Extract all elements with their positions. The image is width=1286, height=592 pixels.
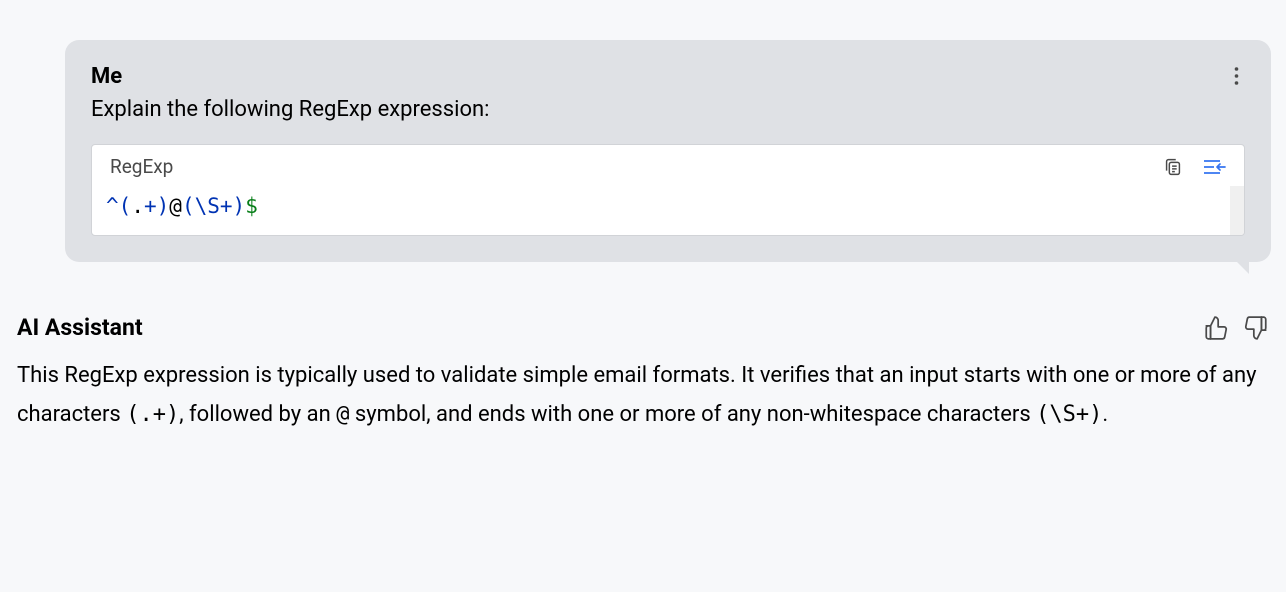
user-message-bubble: Me Explain the following RegExp expressi… — [65, 40, 1271, 262]
response-text: symbol, and ends with one or more of any… — [349, 402, 1036, 427]
regex-token: \S — [195, 194, 220, 218]
more-options-icon[interactable] — [1228, 64, 1245, 92]
inline-code: (.+) — [126, 402, 179, 427]
response-text: . — [1102, 402, 1108, 427]
regex-token: ( — [182, 194, 195, 218]
regex-token: + — [220, 194, 233, 218]
user-prompt-text: Explain the following RegExp expression: — [91, 97, 1245, 122]
regex-token: ) — [157, 194, 170, 218]
code-scrollbar[interactable] — [1230, 186, 1244, 235]
regex-token: ( — [119, 194, 132, 218]
regex-token: $ — [245, 194, 258, 218]
assistant-response-text: This RegExp expression is typically used… — [17, 357, 1269, 434]
regex-token: . — [131, 194, 144, 218]
assistant-name-label: AI Assistant — [17, 314, 143, 341]
inline-code: (\S+) — [1036, 402, 1102, 427]
insert-code-icon[interactable] — [1202, 157, 1226, 177]
code-content[interactable]: ^(.+)@(\S+)$ — [92, 186, 1244, 235]
thumbs-down-icon[interactable] — [1243, 315, 1269, 341]
regex-token: @ — [169, 194, 182, 218]
regex-token: ^ — [106, 194, 119, 218]
regex-token: + — [144, 194, 157, 218]
copy-icon[interactable] — [1162, 156, 1184, 178]
thumbs-up-icon[interactable] — [1203, 315, 1229, 341]
response-text: , followed by an — [179, 402, 336, 427]
regex-token: ) — [233, 194, 246, 218]
inline-code: @ — [336, 402, 349, 427]
assistant-message: AI Assistant This RegExp expression is t… — [15, 314, 1271, 434]
user-name-label: Me — [91, 64, 122, 89]
code-language-label: RegExp — [110, 155, 173, 178]
code-block: RegExp — [91, 144, 1245, 236]
